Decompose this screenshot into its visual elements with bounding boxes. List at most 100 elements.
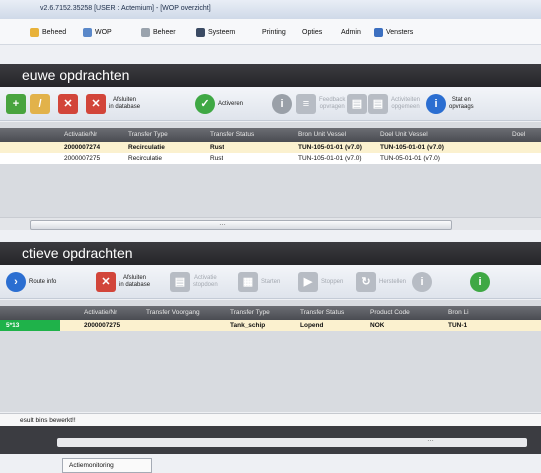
feedback-button: ≡ Feedback opvragen [296,92,345,116]
button-label: Stat en opvraags [449,97,474,110]
table-cell: 2000007274 [64,144,101,151]
menu-item-vensters[interactable]: Vensters [374,26,413,38]
active-orders-toolbar: › Route info ✕ Afsluiten in database ▤ Activa… [0,265,541,299]
status-bar: esult bins bewerkt!! [0,413,541,427]
active-orders-grid: Activatie/Nr Transfer Voorgang Transfer Ty… [0,300,541,412]
table-cell: TUN-105-01-01 (v7.0) [298,144,362,151]
column-header[interactable]: Transfer Voorgang [146,309,200,316]
edit-button[interactable]: / [30,92,50,116]
column-header[interactable]: Transfer Type [128,131,168,138]
menu-item-beheed[interactable]: Beheed [30,26,66,38]
table-cell: TUN-105-01-01 (v7.0) [380,144,444,151]
info-button: i [412,270,432,294]
menu-item-printing[interactable]: Printing [262,26,286,38]
column-header[interactable]: Transfer Status [210,131,254,138]
menu-label: Opties [302,28,323,36]
table-row[interactable]: 5*13 2000007275 Tank_schip Lopend NOK TUN-1 [0,320,541,331]
table-cell: NOK [370,322,385,329]
afsluiten-button[interactable]: ✕ Afsluiten in database [86,92,140,116]
menu-label: Beheer [153,28,176,36]
info-icon: i [426,94,446,114]
button-label: Feedback opvragen [319,97,346,110]
activities-icon: ▤ [368,94,388,114]
info-button[interactable]: i [470,270,490,294]
table-cell: Recirculatie [128,155,162,162]
gear-icon [141,27,150,37]
new-orders-toolbar: + / ✕ ✕ Afsluiten in database ✓ Activeren i ≡ Fee… [0,87,541,121]
scroll-thumb[interactable]: … [57,436,527,447]
table-cell: Lopend [300,322,324,329]
active-orders-title: ctieve opdrachten [22,245,133,261]
column-header[interactable]: Doel [512,131,525,138]
stat-en-button[interactable]: i Stat en opvraags [426,92,474,116]
table-cell: Rust [210,144,225,151]
button-label: Herstellen [379,278,407,285]
column-header[interactable]: Product Code [370,309,410,316]
add-button[interactable]: + [6,92,26,116]
table-cell: 2000007275 [84,322,121,329]
menu-item-opties[interactable]: Opties [302,26,322,38]
menu-item-admin[interactable]: Admin [341,26,361,38]
activeren-button[interactable]: ✓ Activeren [195,92,243,116]
column-header[interactable]: Transfer Type [230,309,270,316]
new-orders-title: euwe opdrachten [22,67,130,83]
button-label: Starten [261,278,281,285]
column-header[interactable]: Bron Li [448,309,469,316]
doc-icon: ▤ [347,94,367,114]
column-header[interactable]: Activatie/Nr [64,131,97,138]
menu-item-beheer[interactable]: Beheer [141,26,176,38]
button-label: Activiteiten opgemeen [391,97,421,110]
button-label: Activatie stopdoen [193,275,218,288]
button-label: Afsluiten in database [109,97,141,110]
active-orders-grid-header: Activatie/Nr Transfer Voorgang Transfer Ty… [0,306,541,320]
close-database-icon: ✕ [86,94,106,114]
activate-icon: ✓ [195,94,215,114]
activatie-button: ▤ Activatie stopdoen [170,270,218,294]
column-header[interactable]: Activatie/Nr [84,309,117,316]
folder-icon [30,27,39,37]
network-icon [83,27,92,37]
column-header[interactable]: Bron Unit Vessel [298,131,346,138]
new-orders-grid-header: Activatie/Nr Transfer Type Transfer Status… [0,128,541,142]
route-info-button[interactable]: › Route info [6,270,56,294]
delete-icon: ✕ [58,94,78,114]
menu-label: Vensters [386,28,414,36]
window-icon [374,27,383,37]
doc-button: ▤ [347,92,367,116]
column-header[interactable]: Transfer Status [300,309,344,316]
refresh-icon: ↻ [356,272,376,292]
tab-actiemonitoring[interactable]: Actiemonitoring [62,458,152,473]
starten-button: ▦ Starten [238,270,280,294]
table-row[interactable]: 2000007275 Recirculatie Rust TUN-105-01-01 … [0,153,541,164]
horizontal-scrollbar[interactable]: … [0,426,541,454]
title-bar: v2.6.7152.35258 [USER : Actemium] - [WOP… [0,0,541,20]
table-cell: 5*13 [0,320,60,331]
table-cell: TUN-1 [448,322,468,329]
menu-bar: Beheed WOP Beheer Systeem Printing Optie… [0,19,541,45]
menu-label: WOP [95,28,112,36]
stoppen-button: ▶ Stoppen [298,270,343,294]
table-row[interactable]: 2000007274 Recirculatie Rust TUN-105-01-01 … [0,142,541,153]
new-orders-grid: Activatie/Nr Transfer Type Transfer Status… [0,122,541,217]
grid-icon: ▦ [238,272,258,292]
menu-item-wop[interactable]: WOP [83,26,112,38]
table-cell: 2000007275 [64,155,101,162]
column-header[interactable]: Doel Unit Vessel [380,131,428,138]
menu-item-systeem[interactable]: Systeem [196,26,235,38]
activiteiten-button: ▤ Activiteiten opgemeen [368,92,420,116]
new-orders-scrollbar[interactable]: … [0,217,541,230]
scroll-thumb[interactable]: … [30,220,452,230]
add-icon: + [6,94,26,114]
delete-button[interactable]: ✕ [58,92,78,116]
active-orders-header: ctieve opdrachten [0,242,541,265]
table-cell: Recirculatie [128,144,165,151]
afsluiten-button[interactable]: ✕ Afsluiten in database [96,270,150,294]
info-icon: i [412,272,432,292]
grip-icon: … [427,436,434,443]
table-cell: TUN-05-01-01 (v7.0) [380,155,440,162]
button-label: Afsluiten in database [119,275,151,288]
info-icon: i [470,272,490,292]
window-title: v2.6.7152.35258 [USER : Actemium] - [WOP… [40,5,211,12]
tab-label: Actiemonitoring [69,462,114,469]
route-icon: › [6,272,26,292]
